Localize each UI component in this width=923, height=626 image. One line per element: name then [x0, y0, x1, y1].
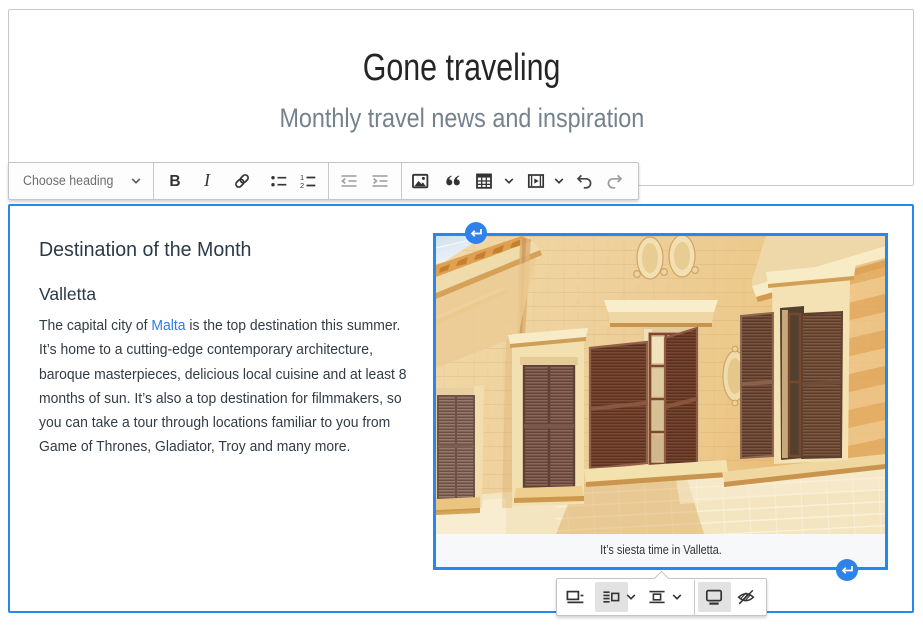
svg-text:2: 2: [300, 181, 304, 190]
svg-text:B: B: [169, 173, 180, 190]
svg-text:I: I: [203, 171, 211, 190]
